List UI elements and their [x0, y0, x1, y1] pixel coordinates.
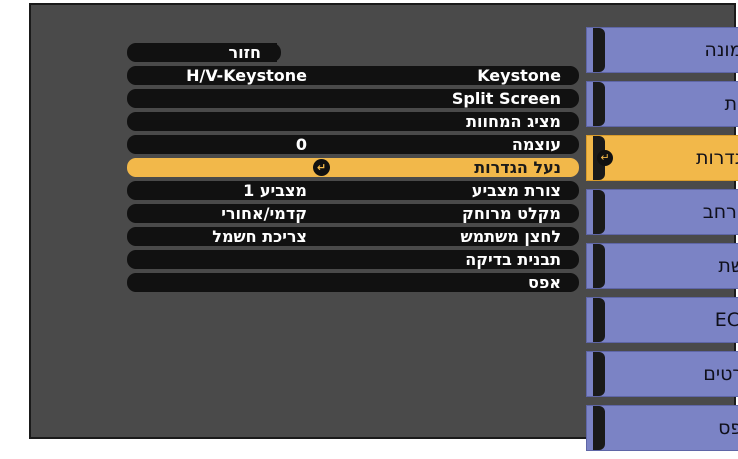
row-cap-right	[565, 273, 579, 292]
menu-item-value: H/V-Keystone	[186, 66, 307, 85]
menu-item-user-button[interactable]: לחצן משתמש צריכת חשמל	[127, 226, 579, 247]
enter-icon: ↵	[313, 159, 330, 176]
tab-extended[interactable]: מורחב	[586, 189, 738, 235]
tab-handle	[593, 406, 605, 450]
row-bar	[135, 273, 571, 292]
row-cap-right	[565, 135, 579, 154]
menu-item-label: Split Screen	[451, 89, 561, 108]
row-cap-right	[565, 89, 579, 108]
tab-handle	[593, 244, 605, 288]
menu-item-label: Keystone	[477, 66, 561, 85]
back-label: חזור	[228, 43, 261, 62]
menu-item-value: צריכת חשמל	[212, 227, 307, 246]
menu-item-test-pattern[interactable]: תבנית בדיקה	[127, 249, 579, 270]
menu-item-label: מציג המחוות	[466, 112, 561, 131]
back-button[interactable]: חזור	[127, 42, 579, 63]
row-cap-right	[565, 181, 579, 200]
row-cap-right	[565, 158, 579, 177]
tab-label: מורחב	[702, 201, 738, 223]
tab-label: ECO	[714, 309, 738, 331]
menu-item-label: עוצמה	[511, 135, 561, 154]
tab-reset[interactable]: אפס	[586, 405, 738, 451]
menu-item-pointer-shape[interactable]: צורת מצביע מצביע 1	[127, 180, 579, 201]
menu-item-value: מצביע 1	[243, 181, 307, 200]
tab-label: הגדרות	[695, 147, 738, 169]
menu-item-label: תבנית בדיקה	[465, 250, 561, 269]
tab-handle	[593, 190, 605, 234]
menu-item-volume[interactable]: עוצמה 0	[127, 134, 579, 155]
menu-item-keystone[interactable]: Keystone H/V-Keystone	[127, 65, 579, 86]
projector-menu-window: תמונה אות ↵ הגדרות מורחב רשת ECO פרטים	[29, 3, 738, 451]
row-cap-right	[565, 250, 579, 269]
menu-item-value: 0	[295, 135, 307, 154]
menu-item-label: מקלט מרוחק	[462, 204, 561, 223]
menu-item-gesture-presenter[interactable]: מציג המחוות	[127, 111, 579, 132]
menu-item-label: לחצן משתמש	[460, 227, 561, 246]
tab-label: אפס	[718, 417, 738, 439]
tab-eco[interactable]: ECO	[586, 297, 738, 343]
tab-settings[interactable]: ↵ הגדרות	[586, 135, 738, 181]
tab-label: תמונה	[704, 39, 738, 61]
tab-handle	[593, 82, 605, 126]
tab-image[interactable]: תמונה	[586, 27, 738, 73]
category-tabs: תמונה אות ↵ הגדרות מורחב רשת ECO פרטים	[586, 27, 738, 459]
row-cap-right	[267, 43, 281, 62]
settings-menu: חזור Keystone H/V-Keystone Split Screen …	[127, 42, 579, 295]
row-cap-right	[565, 204, 579, 223]
row-cap-right	[565, 227, 579, 246]
menu-item-label: אפס	[527, 273, 561, 292]
menu-item-label: נעל הגדרות	[474, 158, 561, 177]
tab-info[interactable]: פרטים	[586, 351, 738, 397]
menu-item-split-screen[interactable]: Split Screen	[127, 88, 579, 109]
tab-label: רשת	[718, 255, 738, 277]
enter-icon: ↵	[597, 150, 613, 166]
tab-label: פרטים	[703, 363, 738, 385]
tab-network[interactable]: רשת	[586, 243, 738, 289]
row-cap-right	[565, 112, 579, 131]
tab-signal[interactable]: אות	[586, 81, 738, 127]
tab-handle	[593, 28, 605, 72]
menu-item-remote-receiver[interactable]: מקלט מרוחק קדמי/אחורי	[127, 203, 579, 224]
row-bar	[135, 135, 571, 154]
tab-handle	[593, 352, 605, 396]
menu-item-label: צורת מצביע	[471, 181, 561, 200]
menu-item-lock-settings[interactable]: ↵ נעל הגדרות	[127, 157, 579, 178]
menu-item-reset[interactable]: אפס	[127, 272, 579, 293]
tab-label: אות	[724, 93, 738, 115]
row-cap-right	[565, 66, 579, 85]
tab-handle	[593, 298, 605, 342]
menu-item-value: קדמי/אחורי	[221, 204, 307, 223]
